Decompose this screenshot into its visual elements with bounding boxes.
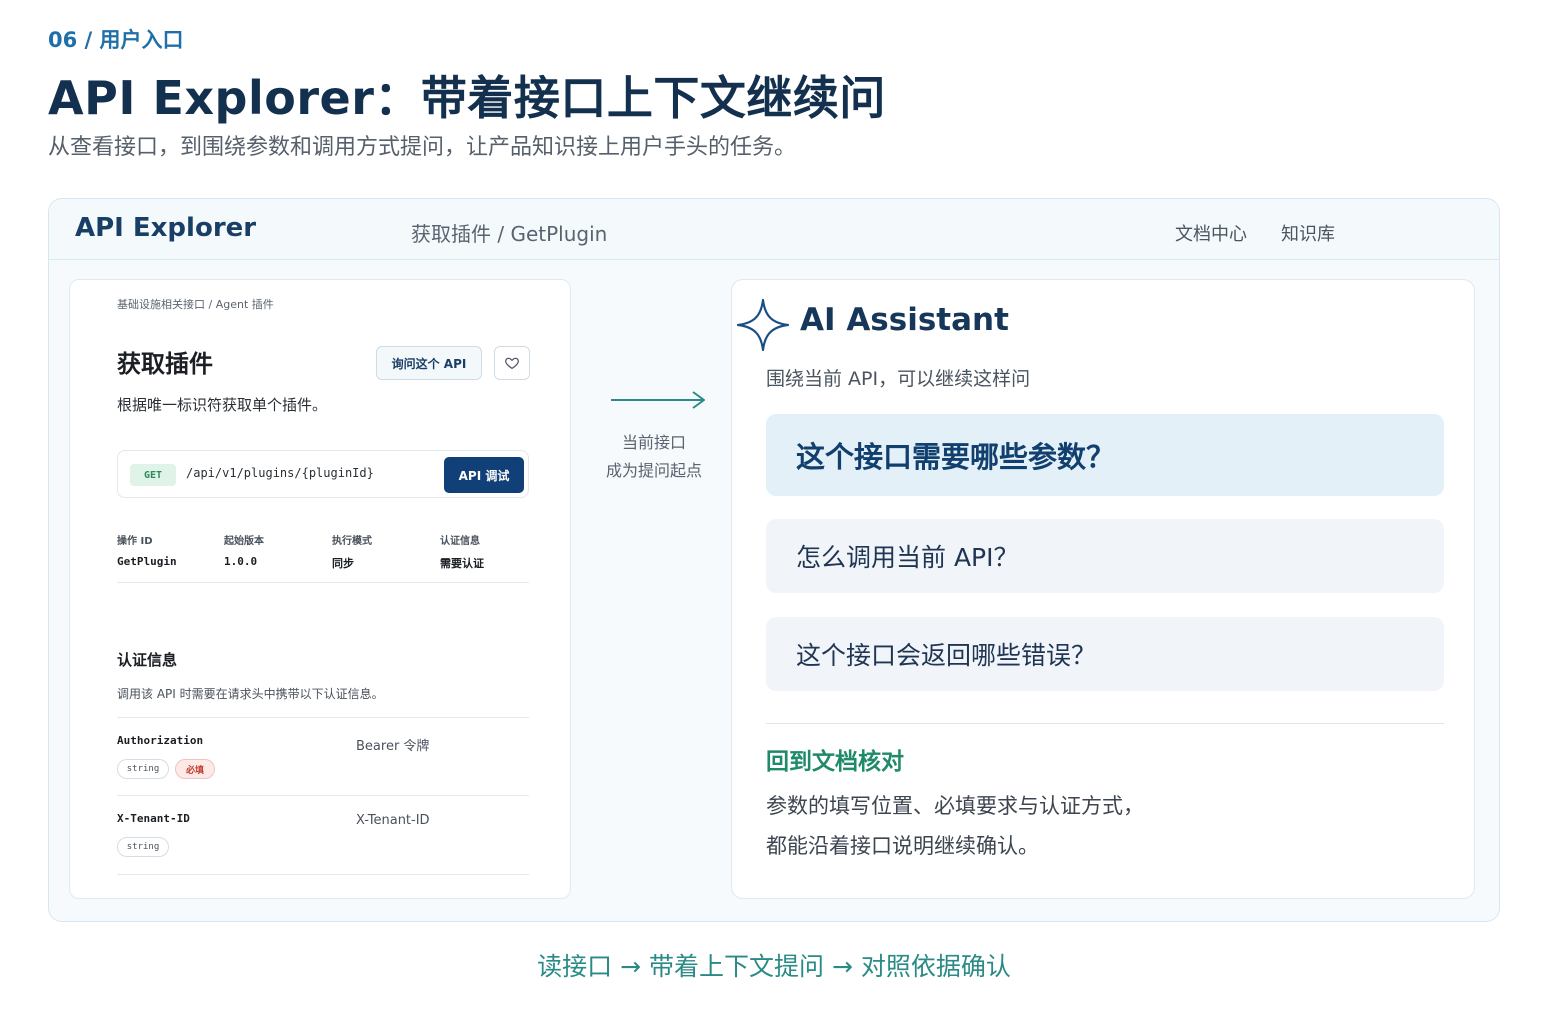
api-debug-button[interactable]: API 调试: [444, 457, 524, 493]
assistant-title: AI Assistant: [800, 302, 1009, 338]
divider: [766, 723, 1444, 724]
divider: [117, 582, 529, 583]
section-eyebrow: 06 / 用户入口: [48, 28, 184, 52]
flow-caption: 读接口 → 带着上下文提问 → 对照依据确认: [537, 952, 1011, 981]
divider: [117, 795, 529, 796]
heart-icon: [505, 357, 519, 369]
meta-label: 起始版本: [224, 536, 264, 547]
doc-description: 根据唯一标识符获取单个插件。: [117, 396, 328, 414]
doc-breadcrumb: 基础设施相关接口 / Agent 插件: [117, 298, 274, 311]
back-to-docs-description: 参数的填写位置、必填要求与认证方式， 都能沿着接口说明继续确认。: [766, 786, 1144, 866]
favorite-button[interactable]: [494, 346, 530, 380]
required-tag: 必填: [175, 759, 215, 779]
meta-operation-id: 操作 ID GetPlugin: [117, 532, 227, 568]
ask-this-api-button[interactable]: 询问这个 API: [376, 346, 482, 380]
ai-assistant-panel: AI Assistant 围绕当前 API，可以继续这样问 这个接口需要哪些参数…: [731, 279, 1475, 899]
meta-execution-mode: 执行模式 同步: [332, 532, 442, 571]
connector-caption-line: 当前接口: [621, 433, 686, 452]
nav-link-docs[interactable]: 文档中心: [1175, 220, 1247, 246]
meta-label: 执行模式: [332, 536, 372, 547]
connector-caption-line: 成为提问起点: [605, 461, 702, 480]
nav-link-knowledge-base[interactable]: 知识库: [1281, 220, 1335, 246]
http-method-badge: GET: [130, 464, 176, 486]
suggested-question-errors[interactable]: 这个接口会返回哪些错误？: [766, 617, 1444, 691]
type-tag: string: [117, 759, 169, 779]
sparkle-star-icon: [736, 298, 790, 352]
type-tag: string: [117, 837, 169, 857]
connector-caption: 当前接口 成为提问起点: [579, 429, 729, 485]
suggested-question-params[interactable]: 这个接口需要哪些参数？: [766, 414, 1444, 496]
description-line: 都能沿着接口说明继续确认。: [766, 834, 1039, 858]
meta-value: 1.0.0: [224, 555, 258, 568]
suggested-question-how-to-call[interactable]: 怎么调用当前 API？: [766, 519, 1444, 593]
meta-value: 需要认证: [440, 557, 484, 570]
meta-label: 操作 ID: [117, 536, 153, 547]
param-name-tenant-id: X-Tenant-ID: [117, 812, 190, 825]
header-breadcrumb: 获取插件 / GetPlugin: [411, 222, 608, 246]
doc-title: 获取插件: [117, 350, 213, 378]
page-title: API Explorer：带着接口上下文继续问: [48, 71, 886, 125]
divider: [117, 717, 529, 718]
assistant-subtitle: 围绕当前 API，可以继续这样问: [766, 368, 1031, 390]
meta-value: 同步: [332, 557, 354, 570]
brand-logo-text[interactable]: API Explorer: [75, 213, 256, 243]
auth-section-description: 调用该 API 时需要在请求头中携带以下认证信息。: [117, 687, 384, 701]
param-value-tenant-id: X-Tenant-ID: [356, 813, 430, 828]
app-header: API Explorer 获取插件 / GetPlugin 文档中心 知识库: [49, 199, 1499, 260]
meta-auth: 认证信息 需要认证: [440, 532, 550, 571]
description-line: 参数的填写位置、必填要求与认证方式，: [766, 794, 1144, 818]
meta-since-version: 起始版本 1.0.0: [224, 532, 334, 568]
param-value-authorization: Bearer 令牌: [356, 739, 430, 754]
page-subtitle: 从查看接口，到围绕参数和调用方式提问，让产品知识接上用户手头的任务。: [48, 135, 797, 160]
endpoint-path: /api/v1/plugins/{pluginId}: [186, 466, 374, 480]
endpoint-bar: GET /api/v1/plugins/{pluginId} API 调试: [117, 450, 529, 498]
app-window: API Explorer 获取插件 / GetPlugin 文档中心 知识库 基…: [48, 198, 1500, 922]
connector-arrow: [609, 385, 709, 415]
meta-value: GetPlugin: [117, 555, 177, 568]
divider: [117, 874, 529, 875]
meta-label: 认证信息: [440, 536, 480, 547]
param-name-authorization: Authorization: [117, 734, 204, 747]
back-to-docs-title: 回到文档核对: [766, 749, 904, 775]
api-doc-panel: 基础设施相关接口 / Agent 插件 获取插件 询问这个 API 根据唯一标识…: [69, 279, 571, 899]
auth-section-title: 认证信息: [117, 651, 178, 669]
arrow-right-icon: [611, 391, 705, 409]
